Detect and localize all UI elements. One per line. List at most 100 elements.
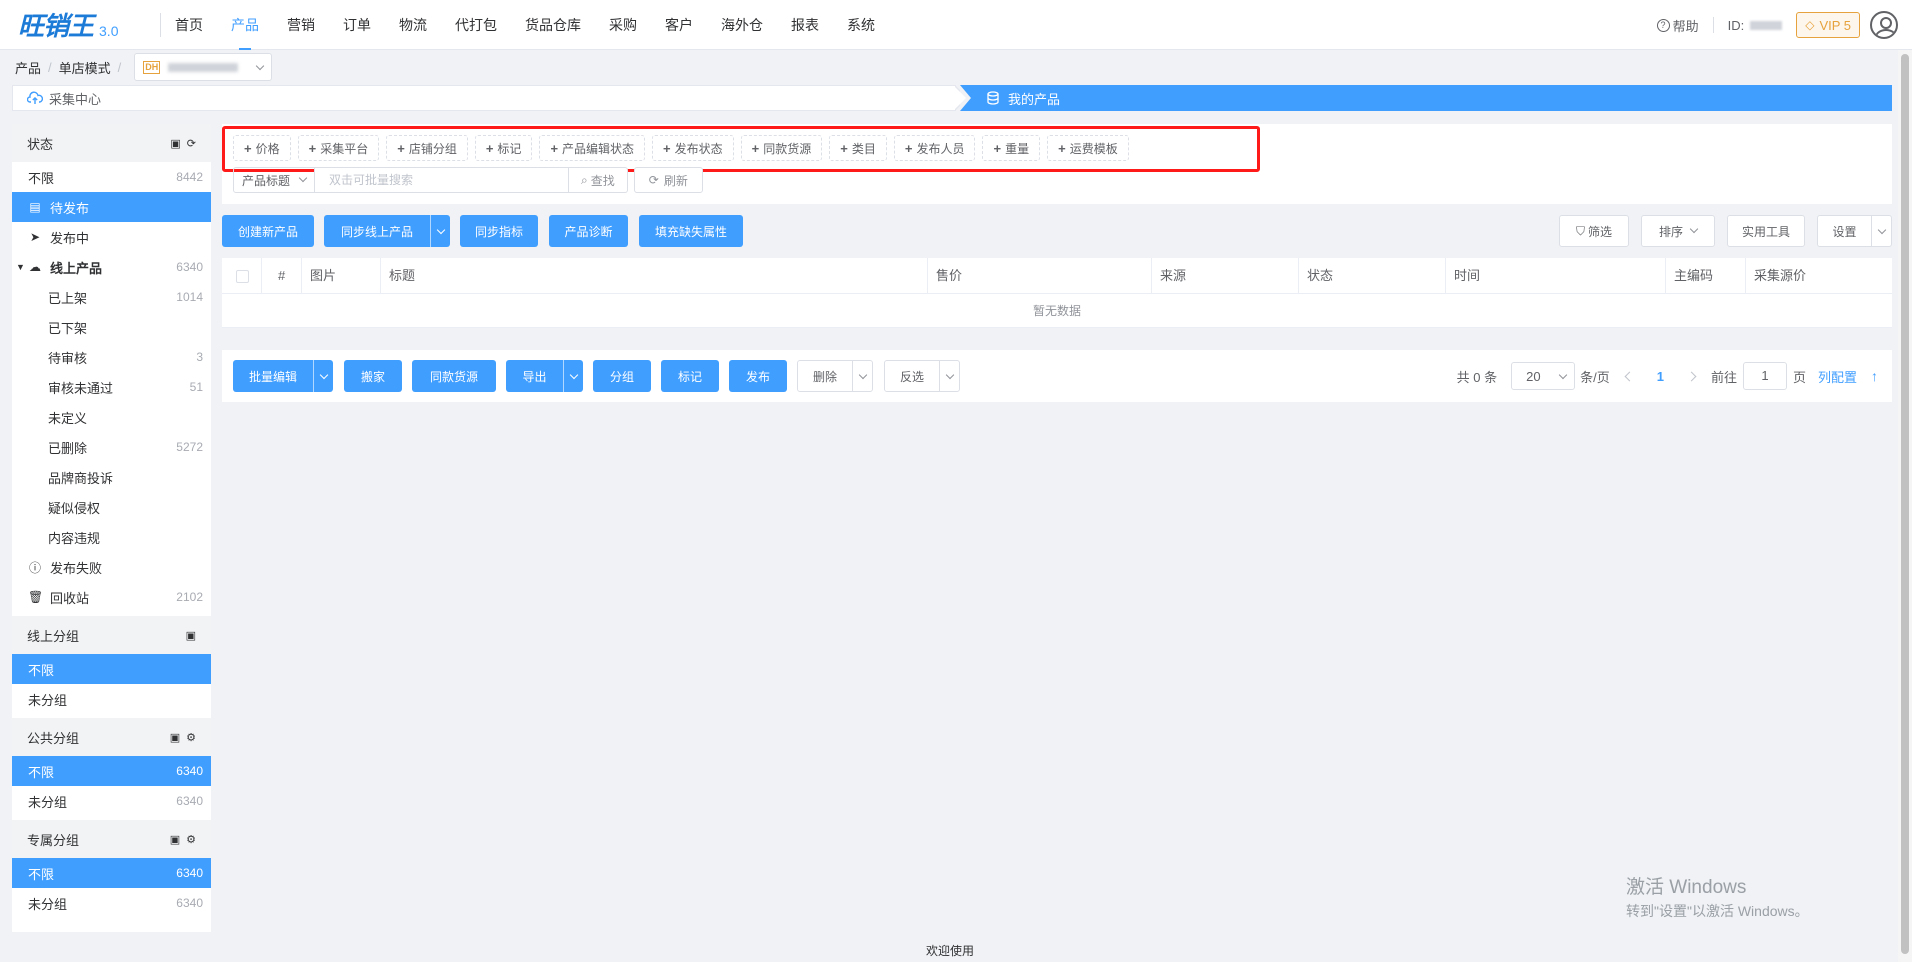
sidebar-item-recycle[interactable]: 🗑 回收站 2102 (12, 582, 211, 612)
export-dropdown[interactable] (563, 360, 583, 392)
goto-page-input[interactable]: 1 (1742, 362, 1787, 390)
column-price[interactable]: 售价 (928, 258, 1152, 294)
online-group-ungrouped[interactable]: 未分组 (12, 684, 211, 714)
invert-selection-button[interactable]: 反选 (884, 360, 960, 392)
delete-dropdown[interactable] (852, 361, 872, 391)
sidebar-item-all[interactable]: 不限 8442 (12, 162, 211, 192)
mark-button[interactable]: 标记 (661, 360, 719, 392)
publish-button[interactable]: 发布 (729, 360, 787, 392)
shop-select[interactable]: DH (134, 53, 273, 81)
group-button[interactable]: 分组 (593, 360, 651, 392)
fill-attributes-button[interactable]: 填充缺失属性 (639, 215, 743, 247)
nav-customers[interactable]: 客户 (665, 0, 693, 50)
private-group-all[interactable]: 不限 6340 (12, 858, 211, 888)
nav-system[interactable]: 系统 (847, 0, 875, 50)
select-all-checkbox[interactable] (236, 270, 249, 284)
nav-product[interactable]: 产品 (231, 0, 259, 50)
sidebar-item-violation[interactable]: 内容违规 (12, 522, 211, 552)
back-to-top-icon[interactable]: ↑ (1871, 368, 1878, 384)
batch-edit-dropdown[interactable] (313, 360, 333, 392)
vip-badge[interactable]: ◇ VIP 5 (1796, 12, 1860, 38)
sidebar-item-infringement[interactable]: 疑似侵权 (12, 492, 211, 522)
create-product-button[interactable]: 创建新产品 (222, 215, 314, 247)
online-group-all[interactable]: 不限 (12, 654, 211, 684)
tools-button[interactable]: 实用工具 (1727, 215, 1805, 247)
search-button[interactable]: ⌕ 查找 (569, 167, 628, 193)
tab-my-products[interactable]: 我的产品 (960, 85, 1892, 111)
column-sku[interactable]: 主编码 (1666, 258, 1746, 294)
settings-button[interactable]: 设置 (1817, 215, 1892, 247)
nav-reports[interactable]: 报表 (791, 0, 819, 50)
filter-chip-weight[interactable]: + 重量 (982, 135, 1041, 161)
sidebar-item-online[interactable]: ▼ ☁ 线上产品 6340 (12, 252, 211, 282)
nav-home[interactable]: 首页 (175, 0, 203, 50)
gear-icon[interactable]: ⚙ (186, 833, 196, 846)
column-source-price[interactable]: 采集源价 (1746, 258, 1892, 294)
page-size-select[interactable]: 20 (1511, 362, 1576, 390)
export-button[interactable]: 导出 (506, 360, 583, 392)
gear-icon[interactable]: ⚙ (186, 731, 196, 744)
sidebar-item-delisted[interactable]: 已下架 (12, 312, 211, 342)
column-status[interactable]: 状态 (1299, 258, 1446, 294)
sort-button[interactable]: 排序 (1641, 215, 1715, 247)
batch-edit-button[interactable]: 批量编辑 (233, 360, 333, 392)
sidebar-item-listed[interactable]: 已上架 1014 (12, 282, 211, 312)
diagnose-button[interactable]: 产品诊断 (549, 215, 628, 247)
filter-chip-mark[interactable]: + 标记 (474, 135, 533, 161)
public-group-ungrouped[interactable]: 未分组 6340 (12, 786, 211, 816)
column-title[interactable]: 标题 (381, 258, 928, 294)
public-group-all[interactable]: 不限 6340 (12, 756, 211, 786)
search-input[interactable] (315, 167, 569, 193)
nav-overseas[interactable]: 海外仓 (721, 0, 763, 50)
refresh-icon[interactable]: ⟳ (187, 137, 196, 150)
sync-online-button[interactable]: 同步线上产品 (324, 215, 450, 247)
app-logo[interactable]: 旺销王 3.0 (0, 0, 150, 50)
breadcrumb-product[interactable]: 产品 (15, 58, 41, 77)
filter-chip-platform[interactable]: + 采集平台 (297, 135, 380, 161)
search-field-select[interactable]: 产品标题 (233, 167, 315, 193)
column-image[interactable]: 图片 (302, 258, 381, 294)
private-group-ungrouped[interactable]: 未分组 6340 (12, 888, 211, 918)
sidebar-item-review[interactable]: 待审核 3 (12, 342, 211, 372)
sidebar-item-brand-complaint[interactable]: 品牌商投诉 (12, 462, 211, 492)
caret-down-icon[interactable]: ▼ (16, 262, 25, 272)
filter-chip-edit-status[interactable]: + 产品编辑状态 (539, 135, 646, 161)
save-icon[interactable]: ▣ (170, 731, 180, 744)
move-button[interactable]: 搬家 (344, 360, 402, 392)
sidebar-item-undefined[interactable]: 未定义 (12, 402, 211, 432)
prev-page-icon[interactable] (1624, 371, 1635, 381)
delete-button[interactable]: 删除 (797, 360, 873, 392)
filter-chip-publisher[interactable]: + 发布人员 (893, 135, 976, 161)
refresh-button[interactable]: ⟳ 刷新 (633, 167, 703, 193)
page-scrollbar[interactable] (1898, 50, 1912, 962)
sync-online-dropdown[interactable] (430, 215, 450, 247)
user-avatar-icon[interactable] (1870, 11, 1898, 39)
sidebar-item-publishing[interactable]: ➤ 发布中 (12, 222, 211, 252)
column-config-link[interactable]: 列配置 (1818, 367, 1857, 386)
nav-warehouse[interactable]: 货品仓库 (525, 0, 581, 50)
filter-chip-price[interactable]: + 价格 (233, 135, 291, 161)
filter-chip-publish-status[interactable]: + 发布状态 (652, 135, 734, 161)
current-page[interactable]: 1 (1657, 369, 1664, 384)
nav-packing[interactable]: 代打包 (455, 0, 497, 50)
filter-chip-shipping-template[interactable]: + 运费模板 (1047, 135, 1129, 161)
nav-orders[interactable]: 订单 (343, 0, 371, 50)
filter-chip-same-source[interactable]: + 同款货源 (740, 135, 823, 161)
save-icon[interactable]: ▣ (186, 629, 196, 642)
settings-dropdown[interactable] (1871, 216, 1891, 246)
save-icon[interactable]: ▣ (170, 137, 180, 150)
filter-chip-category[interactable]: + 类目 (829, 135, 887, 161)
next-page-icon[interactable] (1686, 371, 1697, 381)
column-time[interactable]: 时间 (1446, 258, 1666, 294)
invert-selection-dropdown[interactable] (939, 361, 959, 391)
breadcrumb-single-store[interactable]: 单店模式 (59, 58, 111, 77)
column-index[interactable]: # (262, 258, 302, 294)
sidebar-item-failed[interactable]: ⓘ 发布失败 (12, 552, 211, 582)
nav-purchase[interactable]: 采购 (609, 0, 637, 50)
same-source-button[interactable]: 同款货源 (412, 360, 496, 392)
filter-button[interactable]: ⛉ 筛选 (1559, 215, 1629, 247)
tab-collection-center[interactable]: 采集中心 (12, 85, 968, 111)
sidebar-item-deleted[interactable]: 已删除 5272 (12, 432, 211, 462)
sidebar-item-rejected[interactable]: 审核未通过 51 (12, 372, 211, 402)
filter-chip-store-group[interactable]: + 店铺分组 (386, 135, 468, 161)
